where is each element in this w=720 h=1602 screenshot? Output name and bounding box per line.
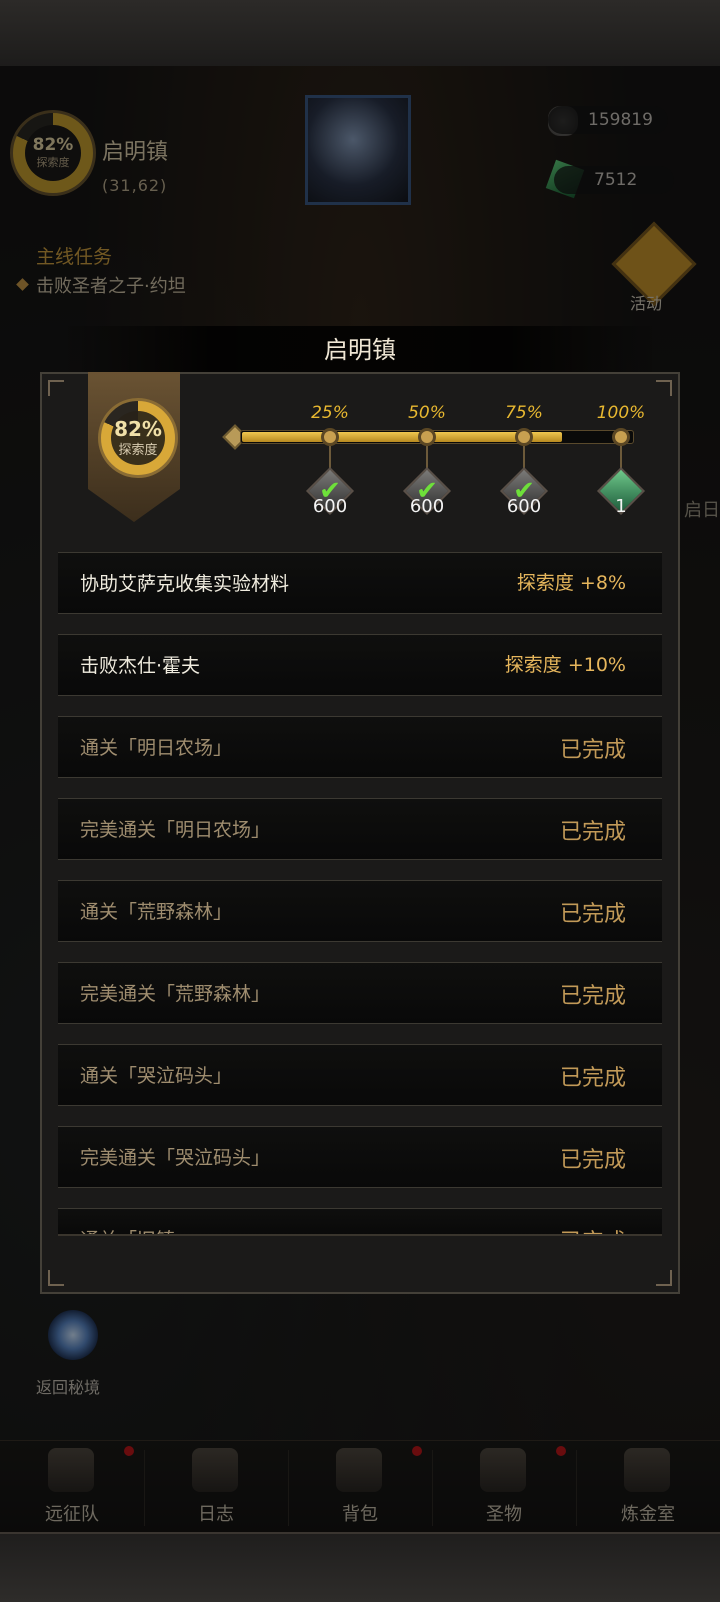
milestone-percent: 25% [311, 403, 349, 423]
task-row[interactable]: 通关「哭泣码头」 已完成 [58, 1044, 662, 1106]
bottom-frame [0, 1532, 720, 1602]
reward-count: 1 [615, 496, 627, 517]
task-list[interactable]: 协助艾萨克收集实验材料 探索度 +8% 击败杰仕·霍夫 探索度 +10% 通关「明日农场… [58, 552, 662, 1234]
task-row[interactable]: 完美通关「哭泣码头」 已完成 [58, 1126, 662, 1188]
task-label: 通关「旧镇」 [80, 1225, 194, 1234]
task-completed-status: 已完成 [559, 1066, 626, 1091]
task-row[interactable]: 完美通关「荒野森林」 已完成 [58, 962, 662, 1024]
milestone-node [515, 428, 533, 446]
corner-ornament [48, 1270, 64, 1286]
task-completed-status: 已完成 [560, 1224, 626, 1234]
task-completed-status: 已完成 [559, 984, 626, 1009]
explore-progress-fill [242, 432, 562, 442]
task-reward: 探索度 +10% [504, 654, 626, 676]
task-label: 完美通关「明日农场」 [80, 819, 271, 841]
reward-count: 600 [312, 496, 348, 517]
task-row[interactable]: 通关「旧镇」 已完成 [58, 1208, 662, 1234]
milestone-percent: 75% [505, 403, 543, 423]
reward-count: 600 [409, 496, 445, 517]
task-label: 击败杰仕·霍夫 [80, 655, 201, 677]
milestone-percent: 50% [408, 403, 446, 423]
task-row[interactable]: 通关「荒野森林」 已完成 [58, 880, 662, 942]
task-label: 通关「明日农场」 [80, 737, 233, 759]
milestone-node [321, 428, 339, 446]
task-completed-status: 已完成 [559, 1148, 626, 1173]
task-row[interactable]: 完美通关「明日农场」 已完成 [58, 798, 662, 860]
task-label: 协助艾萨克收集实验材料 [80, 573, 290, 595]
milestone-node [418, 428, 436, 446]
explore-label: 探索度 [118, 442, 158, 458]
top-frame [0, 0, 720, 68]
task-row[interactable]: 通关「明日农场」 已完成 [58, 716, 662, 778]
panel-title: 启明镇 [324, 336, 396, 364]
reward-count: 600 [506, 496, 542, 517]
task-label: 完美通关「哭泣码头」 [80, 1147, 271, 1169]
explore-progress-bar [240, 430, 634, 444]
task-label: 通关「哭泣码头」 [80, 1065, 233, 1087]
corner-ornament [656, 380, 672, 396]
explore-percent: 82% [114, 416, 162, 441]
milestone-node [612, 428, 630, 446]
task-label: 通关「荒野森林」 [80, 901, 233, 923]
list-divider [58, 1234, 662, 1236]
task-reward: 探索度 +8% [516, 572, 626, 594]
task-label: 完美通关「荒野森林」 [80, 983, 271, 1005]
task-row[interactable]: 击败杰仕·霍夫 探索度 +10% [58, 634, 662, 696]
milestone-percent: 100% [596, 403, 646, 423]
task-completed-status: 已完成 [559, 902, 626, 927]
task-completed-status: 已完成 [559, 738, 626, 763]
task-row[interactable]: 协助艾萨克收集实验材料 探索度 +8% [58, 552, 662, 614]
explore-meter: 82% 探索度 [98, 398, 178, 478]
task-completed-status: 已完成 [559, 820, 626, 845]
corner-ornament [656, 1270, 672, 1286]
corner-ornament [48, 380, 64, 396]
